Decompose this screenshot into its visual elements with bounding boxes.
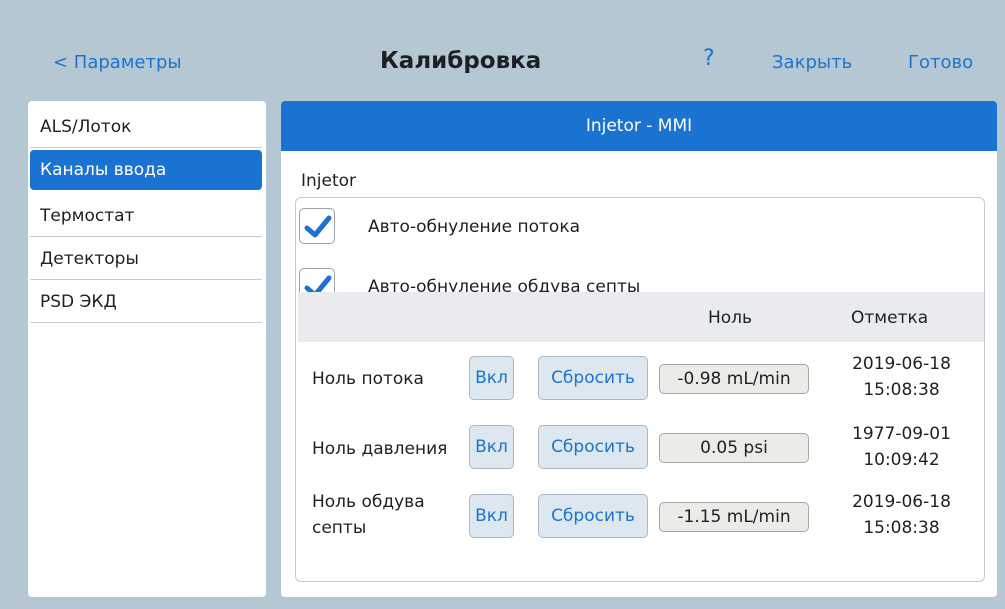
close-button[interactable]: Закрыть — [772, 52, 852, 73]
done-button[interactable]: Готово — [908, 52, 973, 73]
timestamp-date: 2019-06-18 — [852, 354, 951, 374]
sidebar-item-detectors[interactable]: Детекторы — [30, 238, 262, 280]
timestamp-time: 15:08:38 — [863, 380, 940, 400]
septum-purge-zero-reset-button[interactable]: Сбросить — [538, 494, 648, 538]
sidebar-item-oven[interactable]: Термостат — [30, 195, 262, 237]
septum-purge-zero-value: -1.15 mL/min — [659, 502, 809, 532]
sidebar-item-label: Термостат — [40, 206, 135, 226]
panel-title: Injetor - MMI — [281, 101, 997, 151]
timestamp-date: 2019-06-18 — [852, 492, 951, 512]
pressure-zero-reset-button[interactable]: Сбросить — [538, 425, 648, 469]
sidebar-item-label: ALS/Лоток — [40, 117, 132, 137]
top-bar: < Параметры Калибровка ? Закрыть Готово — [0, 0, 1005, 100]
timestamp-time: 15:08:38 — [863, 518, 940, 538]
column-header-zero: Ноль — [708, 308, 753, 328]
septum-purge-zero-timestamp: 2019-06-18 15:08:38 — [819, 489, 984, 541]
auto-zero-flow-label: Авто-обнуление потока — [368, 217, 581, 237]
injector-group: Авто-обнуление потока Авто-обнуление обд… — [295, 197, 985, 582]
sidebar-item-label: Каналы ввода — [40, 160, 167, 180]
flow-zero-on-button[interactable]: Вкл — [469, 356, 514, 400]
flow-zero-value: -0.98 mL/min — [659, 364, 809, 394]
sidebar-item-als-tray[interactable]: ALS/Лоток — [30, 106, 262, 148]
row-label: Ноль обдува септы — [312, 489, 425, 541]
checkmark-icon — [304, 215, 332, 238]
flow-zero-timestamp: 2019-06-18 15:08:38 — [819, 351, 984, 403]
sidebar-item-label: PSD ЭКД — [40, 292, 117, 312]
sidebar: ALS/Лоток Каналы ввода Термостат Детекто… — [28, 101, 266, 597]
flow-zero-reset-button[interactable]: Сбросить — [538, 356, 648, 400]
sidebar-item-inlets[interactable]: Каналы ввода — [30, 150, 262, 190]
calibration-panel: Injetor - MMI Injetor Авто-обнуление пот… — [281, 101, 997, 597]
row-label-line: Ноль обдува — [312, 492, 425, 512]
back-to-parameters-link[interactable]: < Параметры — [53, 52, 182, 73]
row-label: Ноль давления — [312, 439, 448, 459]
help-button[interactable]: ? — [703, 46, 715, 71]
pressure-zero-timestamp: 1977-09-01 10:09:42 — [819, 421, 984, 473]
pressure-zero-on-button[interactable]: Вкл — [469, 425, 514, 469]
sidebar-item-psd[interactable]: PSD ЭКД — [30, 281, 262, 323]
auto-zero-flow-checkbox[interactable] — [299, 208, 335, 244]
sidebar-item-label: Детекторы — [40, 249, 139, 269]
timestamp-time: 10:09:42 — [863, 450, 940, 470]
row-label-line: септы — [312, 518, 367, 538]
column-header-timestamp: Отметка — [851, 308, 929, 328]
section-label: Injetor — [301, 171, 357, 191]
timestamp-date: 1977-09-01 — [852, 424, 951, 444]
row-label: Ноль потока — [312, 369, 424, 389]
page-title: Калибровка — [380, 48, 542, 74]
septum-purge-zero-on-button[interactable]: Вкл — [469, 494, 514, 538]
pressure-zero-value: 0.05 psi — [659, 433, 809, 463]
table-header: Ноль Отметка — [298, 292, 984, 342]
